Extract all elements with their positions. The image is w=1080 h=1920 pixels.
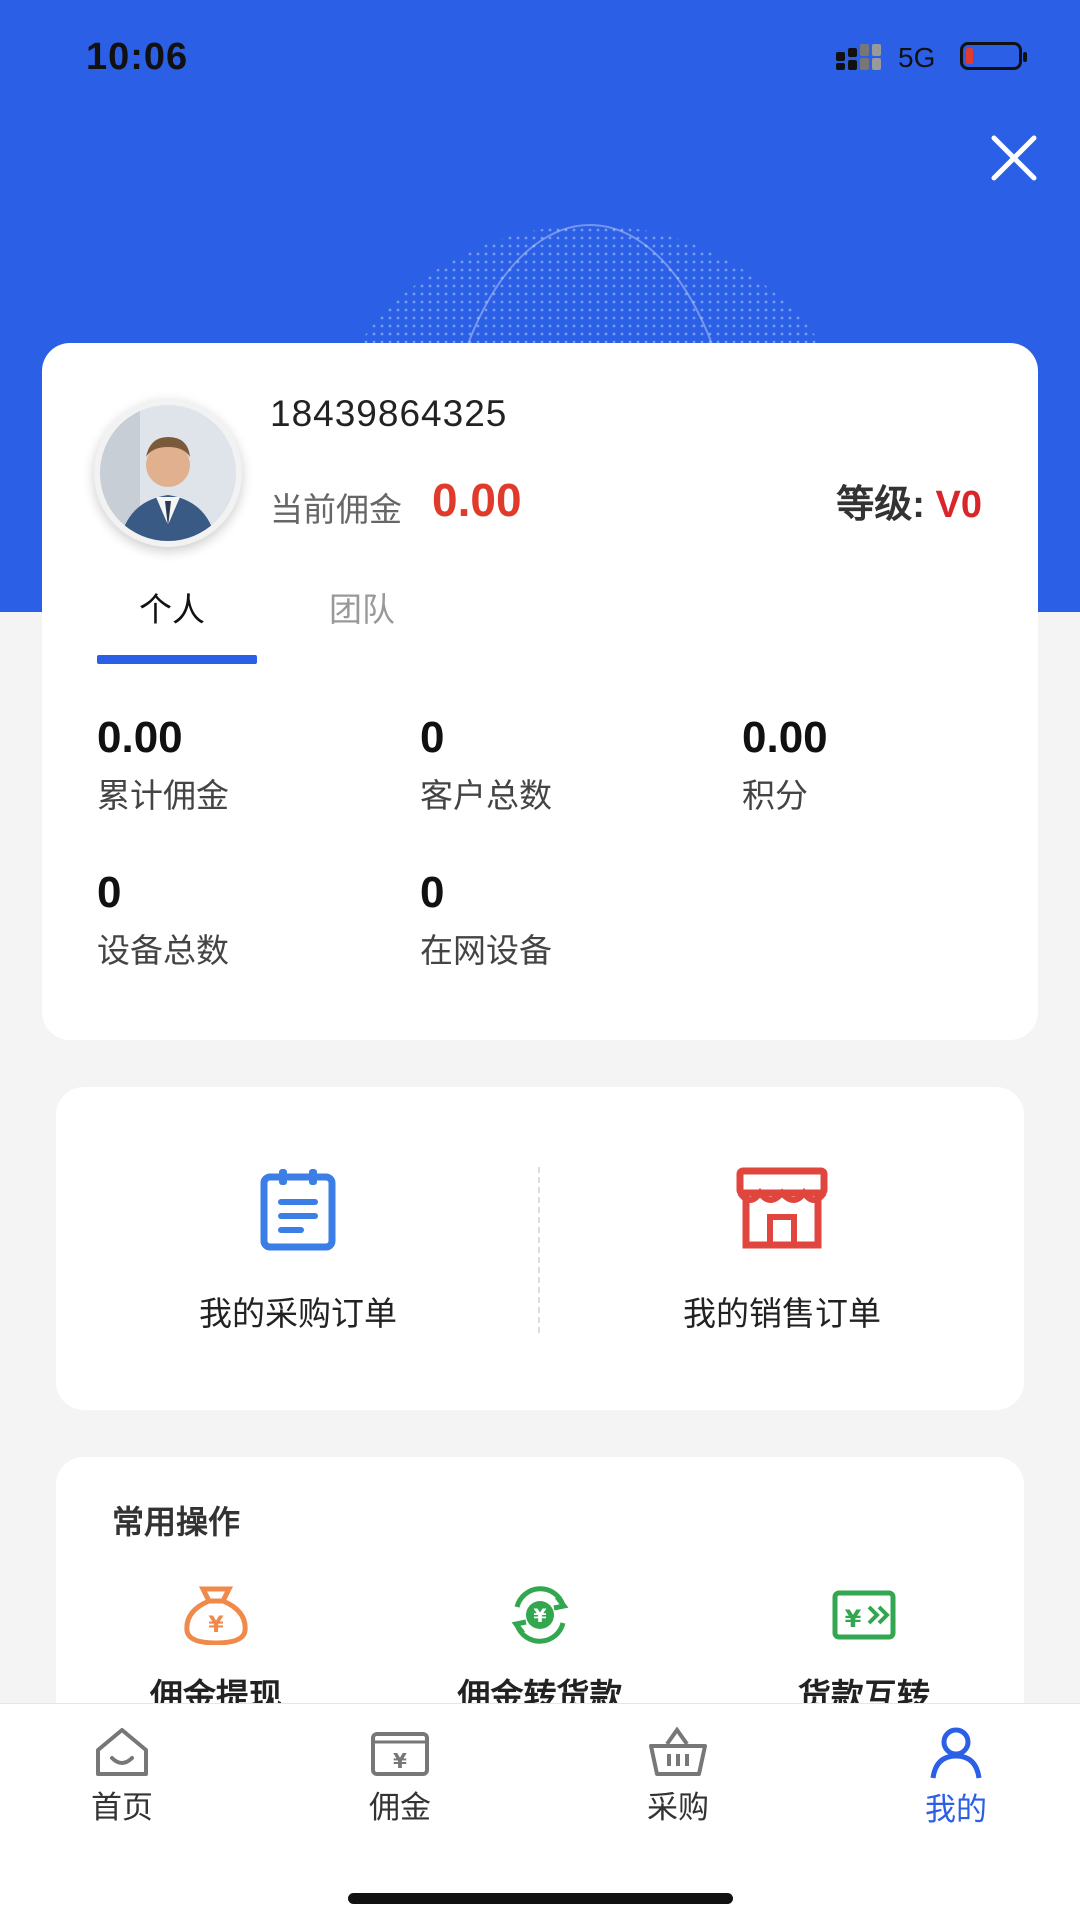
commission-withdraw-button[interactable]: ¥ 佣金提现: [66, 1585, 366, 1717]
stat-value: 0: [97, 868, 122, 917]
svg-text:¥: ¥: [208, 1613, 224, 1638]
wallet-icon: ¥: [371, 1732, 429, 1776]
tabbar-commission-label: 佣金: [369, 1790, 431, 1825]
stat-points: 0.00 积分: [742, 713, 828, 817]
person-icon: [930, 1727, 982, 1779]
commission-label: 当前佣金: [270, 491, 402, 528]
orders-card: 我的采购订单 我的销售订单: [56, 1087, 1024, 1410]
close-icon[interactable]: [986, 130, 1042, 186]
home-indicator: [348, 1893, 733, 1904]
avatar-photo: [100, 405, 236, 541]
stat-total-commission: 0.00 累计佣金: [97, 713, 229, 817]
store-icon: [736, 1167, 828, 1249]
stat-label: 累计佣金: [97, 777, 229, 814]
stat-value: 0.00: [742, 713, 828, 762]
svg-text:¥: ¥: [533, 1605, 546, 1627]
avatar[interactable]: [94, 399, 242, 547]
sales-orders-label: 我的销售订单: [683, 1295, 881, 1332]
stat-label: 客户总数: [420, 777, 552, 814]
sales-orders-button[interactable]: 我的销售订单: [540, 1087, 1024, 1410]
stat-total-customers: 0 客户总数: [420, 713, 552, 817]
stat-label: 在网设备: [420, 932, 552, 969]
signal-icon: [836, 44, 881, 70]
stat-value: 0: [420, 713, 445, 762]
home-icon: [96, 1728, 148, 1776]
stat-label: 积分: [742, 777, 808, 814]
clipboard-icon: [260, 1169, 336, 1251]
tab-personal[interactable]: 个人: [139, 583, 205, 631]
commission-value: 0.00: [432, 474, 522, 526]
tabbar-commission[interactable]: ¥ 佣金: [310, 1726, 490, 1827]
svg-text:¥: ¥: [393, 1749, 407, 1773]
user-phone: 18439864325: [270, 393, 508, 434]
svg-text:¥: ¥: [845, 1605, 862, 1633]
profile-card: 18439864325 当前佣金 0.00 等级: V0 个人 团队 0.00 …: [42, 343, 1038, 1040]
status-time: 10:06: [86, 36, 189, 78]
bottom-tab-bar: 首页 ¥ 佣金 采购 我的: [0, 1703, 1080, 1920]
money-bag-icon: ¥: [184, 1586, 248, 1645]
tabbar-mine[interactable]: 我的: [866, 1726, 1046, 1829]
level-label: 等级:: [836, 484, 925, 526]
tab-active-indicator: [97, 655, 257, 664]
tab-team[interactable]: 团队: [329, 583, 395, 631]
network-type: 5G: [898, 42, 936, 73]
commission-to-payment-button[interactable]: ¥ 佣金转货款: [390, 1585, 690, 1717]
stat-online-devices: 0 在网设备: [420, 868, 552, 972]
battery-icon: [960, 42, 1027, 70]
stat-total-devices: 0 设备总数: [97, 868, 229, 972]
stat-label: 设备总数: [97, 932, 229, 969]
ops-title: 常用操作: [112, 1504, 241, 1540]
payment-transfer-button[interactable]: ¥ 货款互转: [714, 1585, 1014, 1717]
exchange-icon: ¥: [511, 1586, 569, 1644]
stat-value: 0: [420, 868, 445, 917]
purchase-orders-label: 我的采购订单: [199, 1295, 397, 1332]
level-display: 等级: V0: [836, 473, 982, 528]
tabbar-mine-label: 我的: [925, 1792, 987, 1827]
tabbar-home-label: 首页: [91, 1790, 153, 1825]
tabbar-purchase-label: 采购: [647, 1790, 709, 1825]
purchase-orders-button[interactable]: 我的采购订单: [56, 1087, 540, 1410]
status-bar: 10:06 5G: [0, 0, 1080, 110]
tabbar-home[interactable]: 首页: [32, 1726, 212, 1827]
stat-value: 0.00: [97, 713, 183, 762]
basket-icon: [649, 1726, 707, 1776]
transfer-icon: ¥: [832, 1590, 896, 1640]
tabbar-purchase[interactable]: 采购: [588, 1726, 768, 1827]
level-value: V0: [935, 484, 982, 526]
